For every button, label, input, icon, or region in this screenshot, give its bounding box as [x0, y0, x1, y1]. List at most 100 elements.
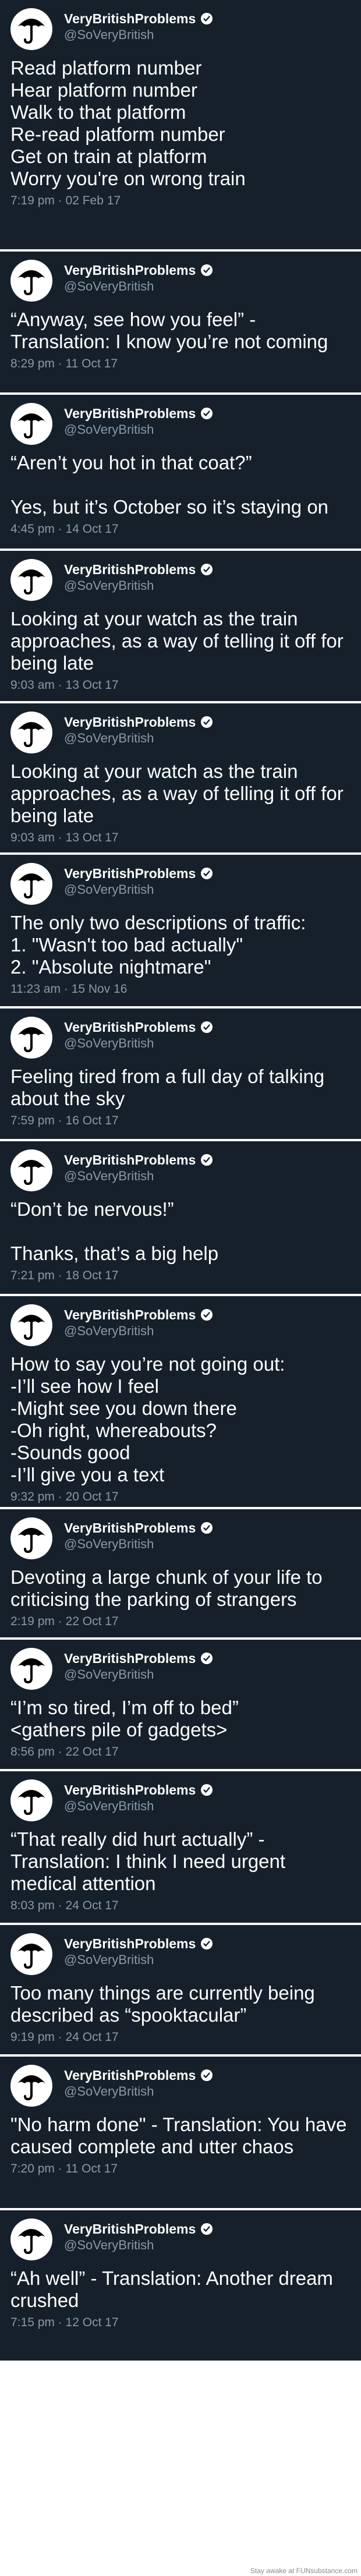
tweet-card[interactable]: VeryBritishProblems @SoVeryBritish Devotin…: [0, 1509, 361, 1637]
display-name[interactable]: VeryBritishProblems: [64, 714, 196, 730]
umbrella-icon[interactable]: [10, 1517, 52, 1559]
verified-badge-icon: [200, 2069, 213, 2082]
tweet-timestamp[interactable]: 7:19 pm · 02 Feb 17: [10, 193, 351, 208]
tweet-timestamp[interactable]: 7:15 pm · 12 Oct 17: [10, 2315, 351, 2330]
umbrella-icon[interactable]: [10, 1304, 52, 1346]
tweet-timestamp[interactable]: 4:45 pm · 14 Oct 17: [10, 522, 351, 537]
user-handle[interactable]: @SoVeryBritish: [64, 278, 213, 295]
display-name[interactable]: VeryBritishProblems: [64, 405, 196, 422]
display-name[interactable]: VeryBritishProblems: [64, 1019, 196, 1035]
tweet-timestamp[interactable]: 11:23 am · 15 Nov 16: [10, 982, 351, 997]
tweet-text: The only two descriptions of traffic: 1.…: [10, 912, 306, 978]
display-name[interactable]: VeryBritishProblems: [64, 1650, 196, 1666]
tweet-header: VeryBritishProblems @SoVeryBritish: [10, 1779, 351, 1821]
display-name[interactable]: VeryBritishProblems: [64, 1307, 196, 1323]
tweet-card[interactable]: VeryBritishProblems @SoVeryBritish “Ah wel…: [0, 2210, 361, 2361]
display-name[interactable]: VeryBritishProblems: [64, 2221, 196, 2237]
user-block: VeryBritishProblems @SoVeryBritish: [64, 712, 213, 746]
user-handle[interactable]: @SoVeryBritish: [64, 1952, 213, 1968]
tweet-card[interactable]: VeryBritishProblems @SoVeryBritish Too man…: [0, 1925, 361, 2054]
tweet-timestamp[interactable]: 9:19 pm · 24 Oct 17: [10, 2030, 351, 2045]
display-name[interactable]: VeryBritishProblems: [64, 1782, 196, 1798]
display-name[interactable]: VeryBritishProblems: [64, 262, 196, 278]
tweet-timestamp[interactable]: 8:56 pm · 22 Oct 17: [10, 1745, 351, 1760]
display-name[interactable]: VeryBritishProblems: [64, 865, 196, 882]
tweet-text: “Don’t be nervous!” Thanks, that’s a big…: [10, 1198, 219, 1264]
user-block: VeryBritishProblems @SoVeryBritish: [64, 1017, 213, 1052]
umbrella-icon[interactable]: [10, 403, 52, 445]
user-handle[interactable]: @SoVeryBritish: [64, 1536, 213, 1552]
user-block: VeryBritishProblems @SoVeryBritish: [64, 1517, 213, 1552]
tweet-card[interactable]: VeryBritishProblems @SoVeryBritish Looking…: [0, 703, 361, 852]
user-handle[interactable]: @SoVeryBritish: [64, 1798, 213, 1814]
tweet-card[interactable]: VeryBritishProblems @SoVeryBritish Feeling…: [0, 1009, 361, 1139]
tweet-timestamp[interactable]: 2:19 pm · 22 Oct 17: [10, 1614, 351, 1629]
user-handle[interactable]: @SoVeryBritish: [64, 578, 213, 594]
umbrella-icon[interactable]: [10, 2065, 52, 2107]
umbrella-icon[interactable]: [10, 1149, 52, 1191]
umbrella-icon[interactable]: [10, 2218, 52, 2260]
name-row: VeryBritishProblems: [64, 1307, 213, 1323]
tweet-card[interactable]: VeryBritishProblems @SoVeryBritish "No har…: [0, 2057, 361, 2208]
user-handle[interactable]: @SoVeryBritish: [64, 1035, 213, 1052]
tweet-timestamp[interactable]: 7:20 pm · 11 Oct 17: [10, 2161, 351, 2177]
tweet-timestamp[interactable]: 9:03 am · 13 Oct 17: [10, 830, 351, 845]
name-row: VeryBritishProblems: [64, 561, 213, 578]
user-handle[interactable]: @SoVeryBritish: [64, 2237, 213, 2253]
umbrella-icon[interactable]: [10, 712, 52, 753]
tweet-card[interactable]: VeryBritishProblems @SoVeryBritish “Don’t …: [0, 1141, 361, 1294]
tweet-header: VeryBritishProblems @SoVeryBritish: [10, 260, 351, 302]
tweet-card[interactable]: VeryBritishProblems @SoVeryBritish Looking…: [0, 551, 361, 701]
tweet-card[interactable]: VeryBritishProblems @SoVeryBritish “That r…: [0, 1771, 361, 1923]
user-handle[interactable]: @SoVeryBritish: [64, 422, 213, 438]
tweet-timestamp[interactable]: 9:03 am · 13 Oct 17: [10, 678, 351, 693]
tweet-card[interactable]: VeryBritishProblems @SoVeryBritish “I’m so…: [0, 1640, 361, 1769]
user-handle[interactable]: @SoVeryBritish: [64, 27, 213, 43]
umbrella-icon[interactable]: [10, 260, 52, 302]
display-name[interactable]: VeryBritishProblems: [64, 1935, 196, 1952]
tweet-card[interactable]: VeryBritishProblems @SoVeryBritish “Aren’t…: [0, 395, 361, 549]
tweet-timestamp[interactable]: 9:32 pm · 20 Oct 17: [10, 1489, 351, 1505]
verified-badge-icon: [200, 1153, 213, 1166]
umbrella-icon[interactable]: [10, 1933, 52, 1975]
umbrella-icon[interactable]: [10, 559, 52, 601]
tweet-card[interactable]: VeryBritishProblems @SoVeryBritish How to …: [0, 1296, 361, 1507]
user-handle[interactable]: @SoVeryBritish: [64, 1323, 213, 1339]
verified-badge-icon: [200, 867, 213, 880]
umbrella-icon[interactable]: [10, 1648, 52, 1690]
display-name[interactable]: VeryBritishProblems: [64, 1520, 196, 1536]
user-block: VeryBritishProblems @SoVeryBritish: [64, 1304, 213, 1339]
umbrella-icon[interactable]: [10, 1017, 52, 1059]
display-name[interactable]: VeryBritishProblems: [64, 2067, 196, 2083]
verified-badge-icon: [200, 1784, 213, 1796]
user-handle[interactable]: @SoVeryBritish: [64, 1168, 213, 1184]
tweet-timestamp[interactable]: 8:29 pm · 11 Oct 17: [10, 356, 351, 371]
user-block: VeryBritishProblems @SoVeryBritish: [64, 863, 213, 898]
user-handle[interactable]: @SoVeryBritish: [64, 882, 213, 898]
name-row: VeryBritishProblems: [64, 262, 213, 278]
tweet-card[interactable]: VeryBritishProblems @SoVeryBritish Read pl…: [0, 0, 361, 249]
tweet-timestamp[interactable]: 8:03 pm · 24 Oct 17: [10, 1898, 351, 1913]
user-handle[interactable]: @SoVeryBritish: [64, 1666, 213, 1683]
umbrella-icon[interactable]: [10, 8, 52, 50]
user-handle[interactable]: @SoVeryBritish: [64, 730, 213, 746]
tweet-timestamp[interactable]: 7:59 pm · 16 Oct 17: [10, 1113, 351, 1128]
tweet-card[interactable]: VeryBritishProblems @SoVeryBritish “Anyway…: [0, 252, 361, 392]
umbrella-icon[interactable]: [10, 863, 52, 905]
verified-badge-icon: [200, 1652, 213, 1665]
verified-badge-icon: [200, 1521, 213, 1534]
verified-badge-icon: [200, 563, 213, 576]
display-name[interactable]: VeryBritishProblems: [64, 10, 196, 27]
user-handle[interactable]: @SoVeryBritish: [64, 2083, 213, 2100]
umbrella-icon[interactable]: [10, 1779, 52, 1821]
name-row: VeryBritishProblems: [64, 1782, 213, 1798]
verified-badge-icon: [200, 1937, 213, 1950]
tweet-card[interactable]: VeryBritishProblems @SoVeryBritish The onl…: [0, 855, 361, 1006]
display-name[interactable]: VeryBritishProblems: [64, 1152, 196, 1168]
tweet-timestamp[interactable]: 7:21 pm · 18 Oct 17: [10, 1268, 351, 1283]
tweet-header: VeryBritishProblems @SoVeryBritish: [10, 559, 351, 601]
tweet-header: VeryBritishProblems @SoVeryBritish: [10, 1149, 351, 1191]
user-block: VeryBritishProblems @SoVeryBritish: [64, 1648, 213, 1683]
display-name[interactable]: VeryBritishProblems: [64, 561, 196, 578]
user-block: VeryBritishProblems @SoVeryBritish: [64, 403, 213, 438]
